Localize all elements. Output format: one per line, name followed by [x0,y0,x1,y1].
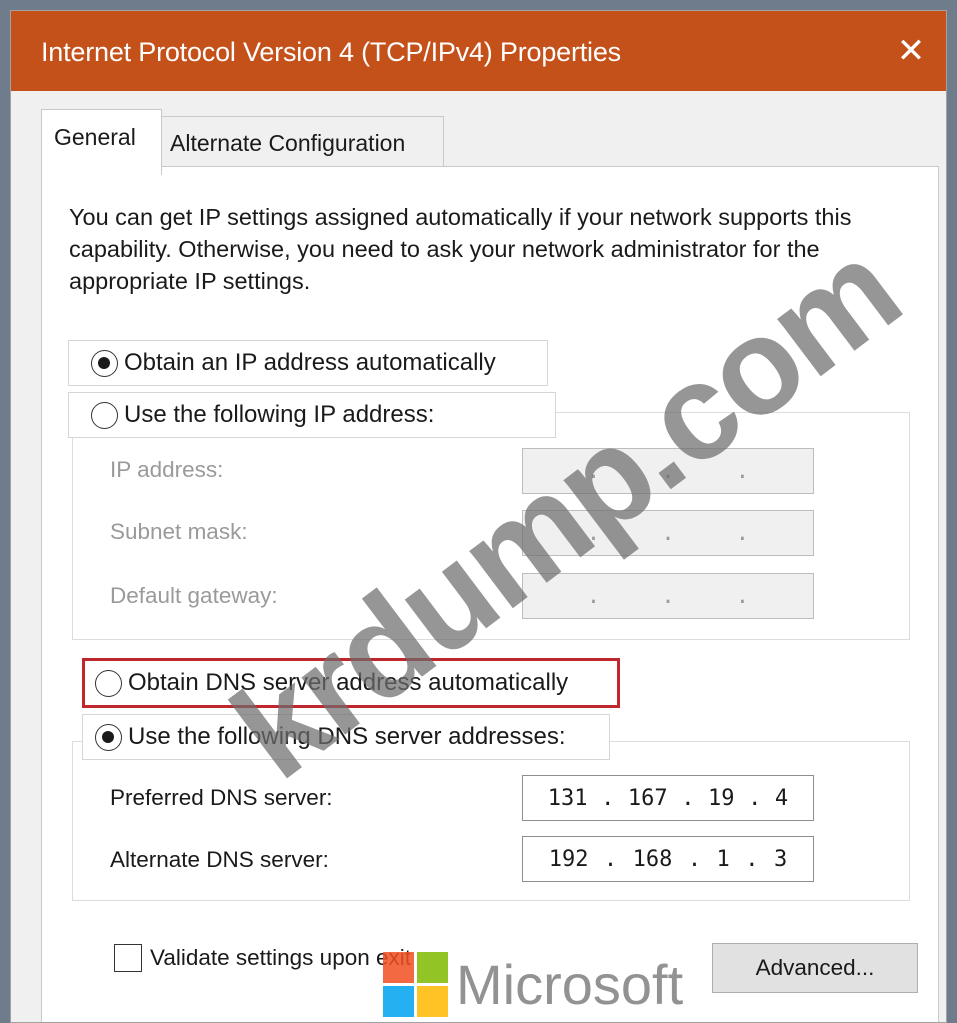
dot: . [687,846,702,872]
dot: . [735,520,750,546]
dot: . [748,785,762,811]
alternate-dns-field[interactable]: 192. 168. 1. 3 [522,836,814,882]
default-gateway-field[interactable]: . . . [522,573,814,619]
advanced-button[interactable]: Advanced... [712,943,918,993]
description-text: You can get IP settings assigned automat… [69,204,852,294]
title-bar[interactable]: Internet Protocol Version 4 (TCP/IPv4) P… [11,11,946,91]
dot: . [661,458,675,484]
dot: . [735,583,750,609]
use-following-dns-label: Use the following DNS server addresses: [128,723,566,750]
dialog-window: Internet Protocol Version 4 (TCP/IPv4) P… [10,10,947,1023]
octet: 3 [773,846,788,872]
dot: . [603,846,618,872]
default-gateway-label: Default gateway: [110,583,278,608]
obtain-ip-automatically-label: Obtain an IP address automatically [124,349,496,376]
window-title: Internet Protocol Version 4 (TCP/IPv4) P… [41,37,621,67]
obtain-dns-automatically-radio[interactable]: Obtain DNS server address automatically [82,658,620,708]
ip-address-label: IP address: [110,457,224,482]
radio-icon [91,349,118,377]
octet: 1 [716,846,730,872]
preferred-dns-field[interactable]: 131. 167. 19. 4 [522,775,814,821]
octet: 168 [632,846,673,872]
validate-settings-label: Validate settings upon exit [150,945,412,970]
dot: . [601,785,615,811]
dot: . [735,458,750,484]
ip-address-field[interactable]: . . . [522,448,814,494]
dot: . [586,520,601,546]
subnet-mask-field[interactable]: . . . [522,510,814,556]
dot: . [681,785,695,811]
octet: 19 [708,785,735,811]
obtain-dns-automatically-label: Obtain DNS server address automatically [128,669,569,696]
radio-icon [91,401,118,429]
general-tab-panel: You can get IP settings assigned automat… [41,166,939,1022]
alternate-dns-label: Alternate DNS server: [110,847,329,872]
octet: 167 [627,785,668,811]
close-icon[interactable]: ✕ [876,11,946,91]
dot: . [586,583,601,609]
dot: . [745,846,759,872]
use-following-ip-radio[interactable]: Use the following IP address: [68,392,556,438]
dot: . [661,583,675,609]
dot: . [661,520,675,546]
use-following-dns-radio[interactable]: Use the following DNS server addresses: [82,714,610,760]
octet: 131 [547,785,588,811]
tab-general[interactable]: General [41,109,162,175]
subnet-mask-label: Subnet mask: [110,519,248,544]
dot: . [586,458,601,484]
octet: 4 [774,785,789,811]
validate-settings-checkbox[interactable]: Validate settings upon exit [114,944,411,972]
checkbox-icon [114,944,142,972]
preferred-dns-label: Preferred DNS server: [110,785,333,810]
radio-icon [95,723,122,751]
tab-alternate-configuration[interactable]: Alternate Configuration [161,116,444,167]
obtain-ip-automatically-radio[interactable]: Obtain an IP address automatically [68,340,548,386]
radio-icon [95,669,122,697]
use-following-ip-label: Use the following IP address: [124,401,435,428]
octet: 192 [548,846,589,872]
